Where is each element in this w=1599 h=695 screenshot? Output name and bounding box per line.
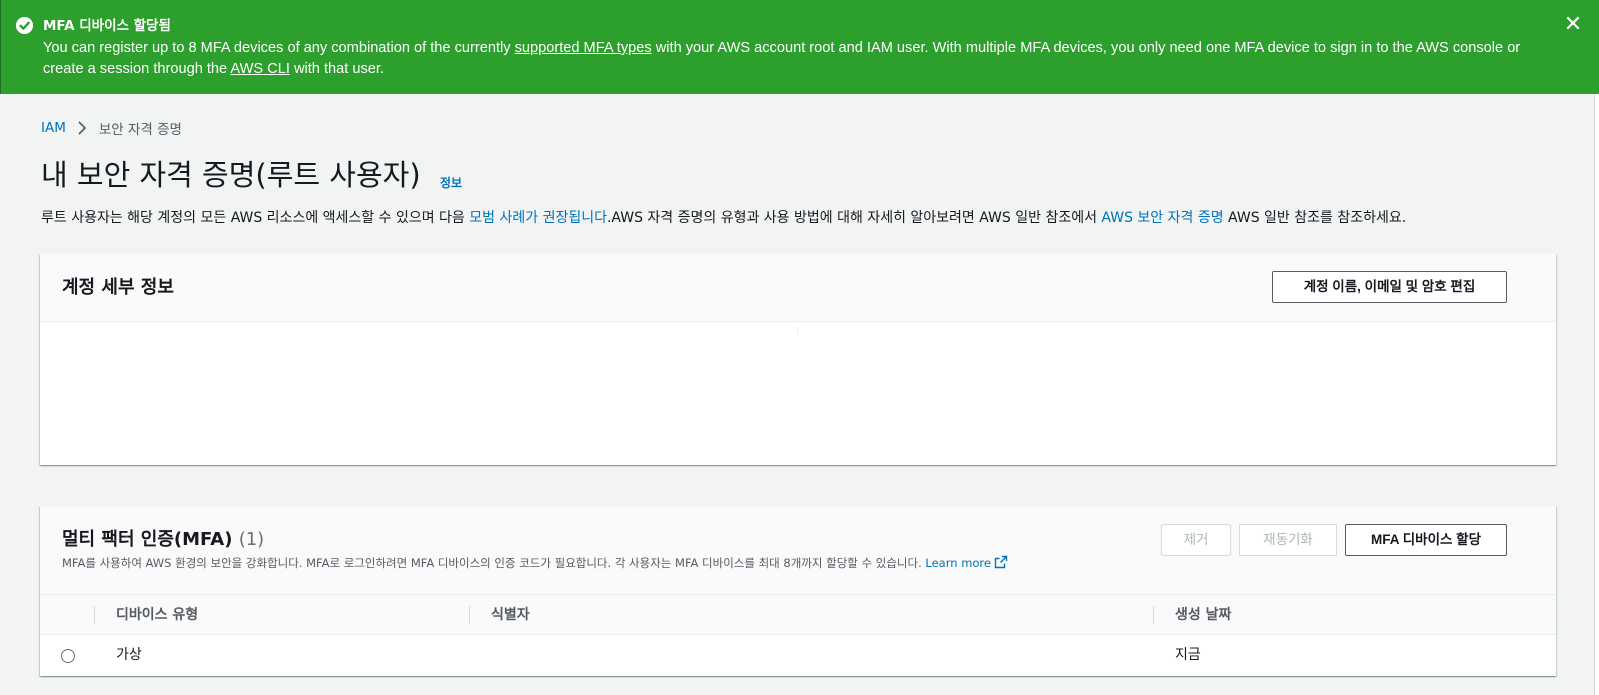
mfa-panel: 멀티 팩터 인증(MFA) (1) MFA를 사용하여 AWS 환경의 보안을 … xyxy=(40,506,1556,676)
external-link-icon xyxy=(994,555,1008,569)
close-icon[interactable]: ✕ xyxy=(1562,14,1584,36)
best-practices-link[interactable]: 모범 사례가 권장됩니다 xyxy=(469,210,607,226)
supported-mfa-types-link[interactable]: supported MFA types xyxy=(515,40,652,56)
mfa-title: 멀티 팩터 인증(MFA) (1) xyxy=(62,528,264,552)
success-flash-banner: MFA 디바이스 할당됨 You can register up to 8 MF… xyxy=(0,0,1599,94)
row-select-radio[interactable] xyxy=(61,649,75,663)
chevron-right-icon xyxy=(77,120,87,136)
column-separator xyxy=(1153,606,1154,624)
aws-cli-link[interactable]: AWS CLI xyxy=(230,61,289,77)
assign-mfa-button[interactable]: MFA 디바이스 할당 xyxy=(1345,524,1507,556)
table-row[interactable]: 가상 지금 xyxy=(40,635,1556,676)
mfa-table-header: 디바이스 유형 식별자 생성 날짜 xyxy=(40,595,1556,635)
breadcrumb-current: 보안 자격 증명 xyxy=(98,122,182,138)
account-details-header: 계정 세부 정보 계정 이름, 이메일 및 암호 편집 xyxy=(40,254,1556,322)
edit-account-button[interactable]: 계정 이름, 이메일 및 암호 편집 xyxy=(1272,271,1507,303)
page-desc-text-2: .AWS 자격 증명의 유형과 사용 방법에 대해 자세히 알아보려면 AWS … xyxy=(606,210,1102,226)
info-link[interactable]: 정보 xyxy=(440,174,462,191)
column-divider xyxy=(797,326,798,334)
flash-message: You can register up to 8 MFA devices of … xyxy=(43,38,1548,79)
mfa-header: 멀티 팩터 인증(MFA) (1) MFA를 사용하여 AWS 환경의 보안을 … xyxy=(40,506,1556,595)
flash-text-1: You can register up to 8 MFA devices of … xyxy=(43,40,515,56)
learn-more-label: Learn more xyxy=(925,556,991,570)
column-identifier[interactable]: 식별자 xyxy=(491,595,530,635)
page-description: 루트 사용자는 해당 계정의 모든 AWS 리소스에 액세스할 수 있으며 다음… xyxy=(41,208,1561,228)
flash-title: MFA 디바이스 할당됨 xyxy=(43,18,171,34)
column-separator xyxy=(94,606,95,624)
created-date-cell: 지금 xyxy=(1175,647,1201,663)
aws-security-credentials-link[interactable]: AWS 보안 자격 증명 xyxy=(1101,210,1223,226)
learn-more-link[interactable]: Learn more xyxy=(925,555,1008,570)
flash-text-3: with that user. xyxy=(289,60,384,77)
account-details-title: 계정 세부 정보 xyxy=(62,277,174,298)
device-type-cell: 가상 xyxy=(116,647,142,663)
check-circle-icon xyxy=(16,17,33,34)
window-right-edge xyxy=(1594,94,1599,695)
column-separator xyxy=(469,606,470,624)
page-desc-text-3: AWS 일반 참조를 참조하세요. xyxy=(1223,210,1407,226)
breadcrumb-iam-link[interactable]: IAM xyxy=(41,120,66,136)
mfa-description: MFA를 사용하여 AWS 환경의 보안을 강화합니다. MFA로 로그인하려면… xyxy=(62,555,1008,571)
mfa-device-count: (1) xyxy=(238,529,265,550)
page-desc-text-1: 루트 사용자는 해당 계정의 모든 AWS 리소스에 액세스할 수 있으며 다음 xyxy=(41,210,470,226)
resync-button[interactable]: 재동기화 xyxy=(1239,524,1337,556)
mfa-title-text: 멀티 팩터 인증(MFA) xyxy=(62,529,233,550)
mfa-desc-text: MFA를 사용하여 AWS 환경의 보안을 강화합니다. MFA로 로그인하려면… xyxy=(62,556,926,570)
column-device-type[interactable]: 디바이스 유형 xyxy=(116,595,198,635)
column-created-date[interactable]: 생성 날짜 xyxy=(1175,595,1231,635)
breadcrumb: IAM 보안 자격 증명 xyxy=(41,118,182,138)
page-title: 내 보안 자격 증명(루트 사용자) xyxy=(41,158,421,192)
account-details-panel: 계정 세부 정보 계정 이름, 이메일 및 암호 편집 xyxy=(40,254,1556,465)
remove-button[interactable]: 제거 xyxy=(1161,524,1231,556)
